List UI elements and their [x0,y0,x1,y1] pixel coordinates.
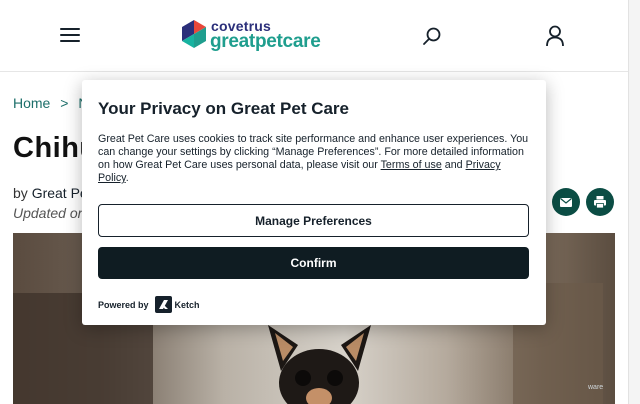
email-share-button[interactable] [552,188,580,216]
ketch-name: Ketch [174,299,200,310]
author-link[interactable]: Great Pe [32,185,88,201]
modal-title: Your Privacy on Great Pet Care [98,99,350,118]
breadcrumb-home[interactable]: Home [13,95,50,111]
watermark-text: ware [588,384,604,391]
terms-of-use-link[interactable]: Terms of use [381,159,442,171]
powered-by-ketch[interactable]: Powered by Ketch [98,296,200,313]
brand-main-text: greatpetcare [210,31,321,52]
byline: by Great Pe [13,185,88,201]
powered-by-label: Powered by [98,299,149,310]
breadcrumb-separator: > [60,95,69,111]
modal-body-end: . [125,172,129,184]
site-logo[interactable]: covetrus greatpetcare [182,18,332,54]
site-header: covetrus greatpetcare [0,0,628,72]
print-button[interactable] [586,188,614,216]
privacy-modal: Your Privacy on Great Pet Care Great Pet… [82,80,546,325]
user-icon[interactable] [545,25,565,47]
ketch-logo-icon [154,296,172,313]
manage-preferences-button[interactable]: Manage Preferences [98,204,529,237]
email-icon [560,198,572,207]
scrollbar[interactable] [628,0,640,404]
search-icon[interactable] [422,26,442,46]
covetrus-logo-icon [182,20,206,48]
hamburger-menu-icon[interactable] [60,28,80,44]
print-icon [594,196,606,209]
modal-body-text: Great Pet Care uses cookies to track sit… [98,133,534,185]
modal-body-and: and [441,159,466,171]
confirm-button[interactable]: Confirm [98,247,529,279]
updated-date: Updated on [13,205,86,221]
byline-prefix: by [13,185,28,201]
breadcrumb: Home > N [13,95,88,111]
